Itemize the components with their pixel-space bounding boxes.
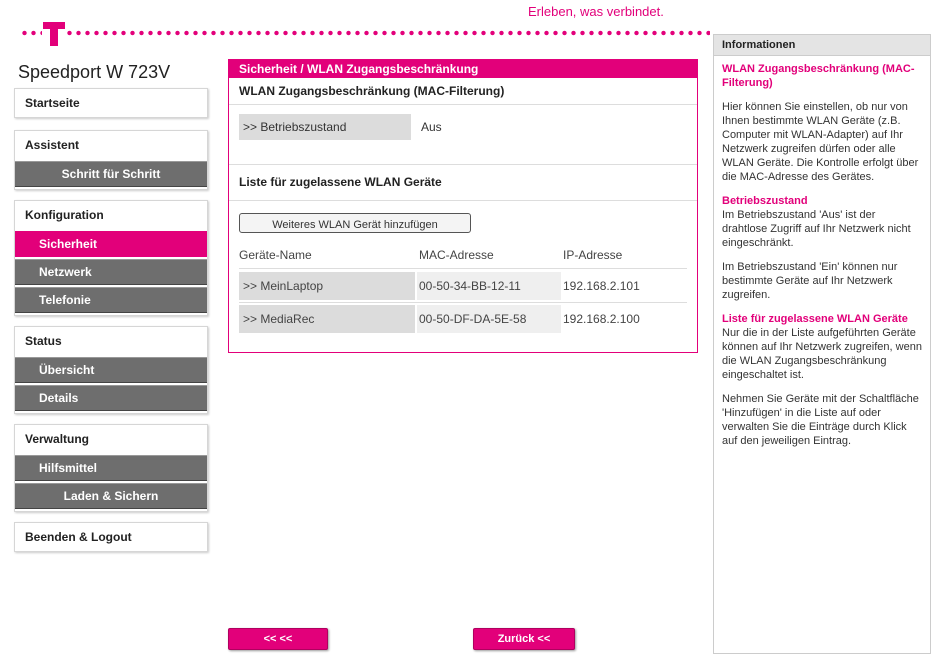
nav-konfiguration-group: Konfiguration Sicherheit Netzwerk Telefo… <box>14 200 208 316</box>
nav-assistent[interactable]: Assistent <box>15 131 207 159</box>
nav-startseite-group: Startseite <box>14 88 208 118</box>
nav-verwaltung-group: Verwaltung Hilfsmittel Laden & Sichern <box>14 424 208 512</box>
nav-details[interactable]: Details <box>15 385 207 411</box>
main-panel: Sicherheit / WLAN Zugangsbeschränkung WL… <box>228 59 698 353</box>
telekom-logo-icon <box>42 18 66 48</box>
nav-status[interactable]: Status <box>15 327 207 355</box>
col-header-name: Geräte-Name <box>239 248 312 262</box>
nav-sicherheit[interactable]: Sicherheit <box>15 231 207 257</box>
nav-telefonie[interactable]: Telefonie <box>15 287 207 313</box>
info-text: Im Betriebszustand 'Ein' können nur best… <box>722 261 898 301</box>
nav-laden-sichern[interactable]: Laden & Sichern <box>15 483 207 509</box>
device-ip: 192.168.2.101 <box>563 279 640 293</box>
model-name: Speedport W 723V <box>18 62 171 82</box>
device-ip: 192.168.2.100 <box>563 312 640 326</box>
state-value: Aus <box>421 120 442 134</box>
divider <box>239 268 687 269</box>
info-panel: Informationen WLAN Zugangsbeschränkung (… <box>713 34 931 654</box>
add-device-button[interactable]: Weiteres WLAN Gerät hinzufügen <box>239 213 471 233</box>
page-title: Sicherheit / WLAN Zugangsbeschränkung <box>229 60 697 78</box>
nav-status-group: Status Übersicht Details <box>14 326 208 414</box>
divider <box>229 164 697 165</box>
info-title-mac-filter: WLAN Zugangsbeschränkung (MAC-Filterung) <box>722 63 915 89</box>
nav-logout-group: Beenden & Logout <box>14 522 208 552</box>
col-header-mac: MAC-Adresse <box>419 248 494 262</box>
nav-logout[interactable]: Beenden & Logout <box>15 523 207 551</box>
divider <box>239 302 687 303</box>
device-mac: 00-50-DF-DA-5E-58 <box>417 305 561 333</box>
nav-startseite[interactable]: Startseite <box>15 89 207 117</box>
nav-schritt-fuer-schritt[interactable]: Schritt für Schritt <box>15 161 207 187</box>
tagline: Erleben, was verbindet. <box>528 4 664 19</box>
state-row: >> Betriebszustand Aus <box>239 114 687 140</box>
nav-netzwerk[interactable]: Netzwerk <box>15 259 207 285</box>
nav-hilfsmittel[interactable]: Hilfsmittel <box>15 455 207 481</box>
section-mac-filter-title: WLAN Zugangsbeschränkung (MAC-Filterung) <box>229 78 697 105</box>
nav-uebersicht[interactable]: Übersicht <box>15 357 207 383</box>
section-device-list-title: Liste für zugelassene WLAN Geräte <box>239 175 442 189</box>
nav-verwaltung[interactable]: Verwaltung <box>15 425 207 453</box>
nav-assistent-group: Assistent Schritt für Schritt <box>14 130 208 190</box>
table-row: >> MeinLaptop 00-50-34-BB-12-11 192.168.… <box>239 272 687 300</box>
divider <box>229 200 697 201</box>
device-link[interactable]: >> MediaRec <box>239 305 415 333</box>
info-header: Informationen <box>714 35 930 56</box>
info-text: Nur die in der Liste aufgeführten Geräte… <box>722 327 922 381</box>
info-text: Hier können Sie einstellen, ob nur von I… <box>722 101 919 183</box>
info-title-state: Betriebszustand <box>722 195 808 207</box>
info-text: Nehmen Sie Geräte mit der Schaltfläche '… <box>722 393 919 447</box>
device-link[interactable]: >> MeinLaptop <box>239 272 415 300</box>
back-button[interactable]: << << <box>228 628 328 650</box>
info-text: Im Betriebszustand 'Aus' ist der drahtlo… <box>722 209 911 249</box>
device-mac: 00-50-34-BB-12-11 <box>417 272 561 300</box>
table-header: Geräte-Name MAC-Adresse IP-Adresse <box>239 248 687 266</box>
zurueck-button[interactable]: Zurück << <box>473 628 575 650</box>
nav-konfiguration[interactable]: Konfiguration <box>15 201 207 229</box>
state-link[interactable]: >> Betriebszustand <box>239 114 411 140</box>
col-header-ip: IP-Adresse <box>563 248 623 262</box>
info-title-device-list: Liste für zugelassene WLAN Geräte <box>722 313 908 325</box>
table-row: >> MediaRec 00-50-DF-DA-5E-58 192.168.2.… <box>239 305 687 333</box>
dotted-line <box>20 30 710 36</box>
brand-bar <box>20 18 710 48</box>
